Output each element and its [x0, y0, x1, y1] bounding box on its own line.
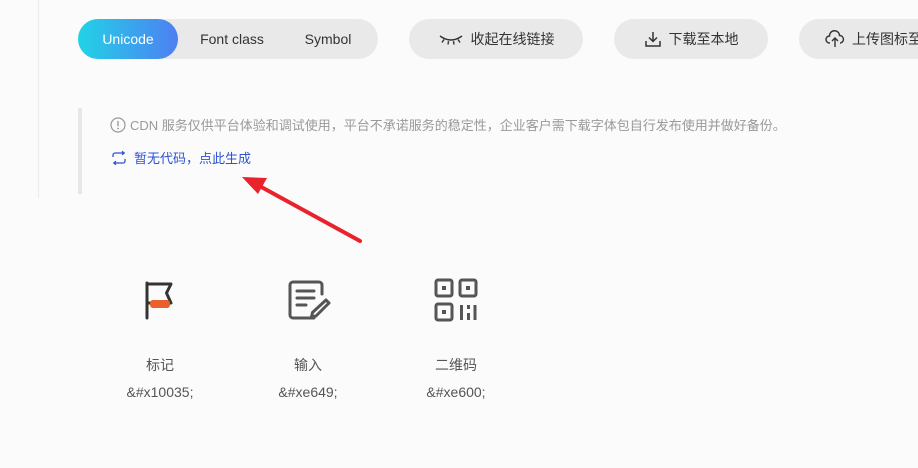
- cdn-notice: CDN 服务仅供平台体验和调试使用，平台不承诺服务的稳定性，企业客户需下载字体包…: [78, 108, 902, 194]
- cdn-notice-line: CDN 服务仅供平台体验和调试使用，平台不承诺服务的稳定性，企业客户需下载字体包…: [110, 115, 786, 134]
- edit-document-icon: [248, 268, 368, 332]
- tab-unicode[interactable]: Unicode: [78, 19, 178, 59]
- cdn-notice-text: CDN 服务仅供平台体验和调试使用，平台不承诺服务的稳定性，企业客户需下载字体包…: [130, 118, 786, 133]
- tab-symbol[interactable]: Symbol: [286, 19, 370, 59]
- icon-unicode: &#x10035;: [126, 384, 194, 400]
- download-label: 下载至本地: [668, 31, 739, 47]
- icon-card-flag[interactable]: 标记 &#x10035;: [100, 268, 220, 401]
- page-divider: [38, 0, 39, 198]
- code-format-tabs: Unicode Font class Symbol: [78, 19, 378, 59]
- icon-unicode: &#xe649;: [278, 384, 338, 400]
- upload-icons-label: 上传图标至: [852, 31, 918, 47]
- upload-icons-button[interactable]: 上传图标至: [799, 19, 918, 59]
- annotation-arrow: [242, 177, 362, 243]
- cloud-upload-icon: [825, 30, 845, 48]
- icon-name: 二维码: [435, 357, 477, 373]
- icon-name: 标记: [146, 357, 174, 373]
- download-button[interactable]: 下载至本地: [614, 19, 768, 59]
- refresh-icon: [110, 150, 128, 165]
- flag-icon: [100, 268, 220, 332]
- icon-card-input[interactable]: 输入 &#xe649;: [248, 268, 368, 401]
- generate-code-label: 暂无代码，点此生成: [134, 151, 252, 166]
- collapse-online-link-label: 收起在线链接: [470, 31, 555, 47]
- generate-code-link[interactable]: 暂无代码，点此生成: [110, 148, 251, 167]
- qrcode-icon: [396, 268, 516, 332]
- collapse-online-link-button[interactable]: 收起在线链接: [409, 19, 583, 59]
- download-icon: [644, 30, 662, 48]
- closed-eye-icon: [438, 32, 464, 46]
- tab-font-class[interactable]: Font class: [182, 19, 282, 59]
- icon-unicode: &#xe600;: [426, 384, 486, 400]
- icon-name: 输入: [294, 357, 322, 373]
- icon-card-qrcode[interactable]: 二维码 &#xe600;: [396, 268, 516, 401]
- info-circle-icon: [110, 116, 126, 133]
- iconfont-project-page: Unicode Font class Symbol 收起在线链接 下载至本地 上…: [0, 0, 918, 468]
